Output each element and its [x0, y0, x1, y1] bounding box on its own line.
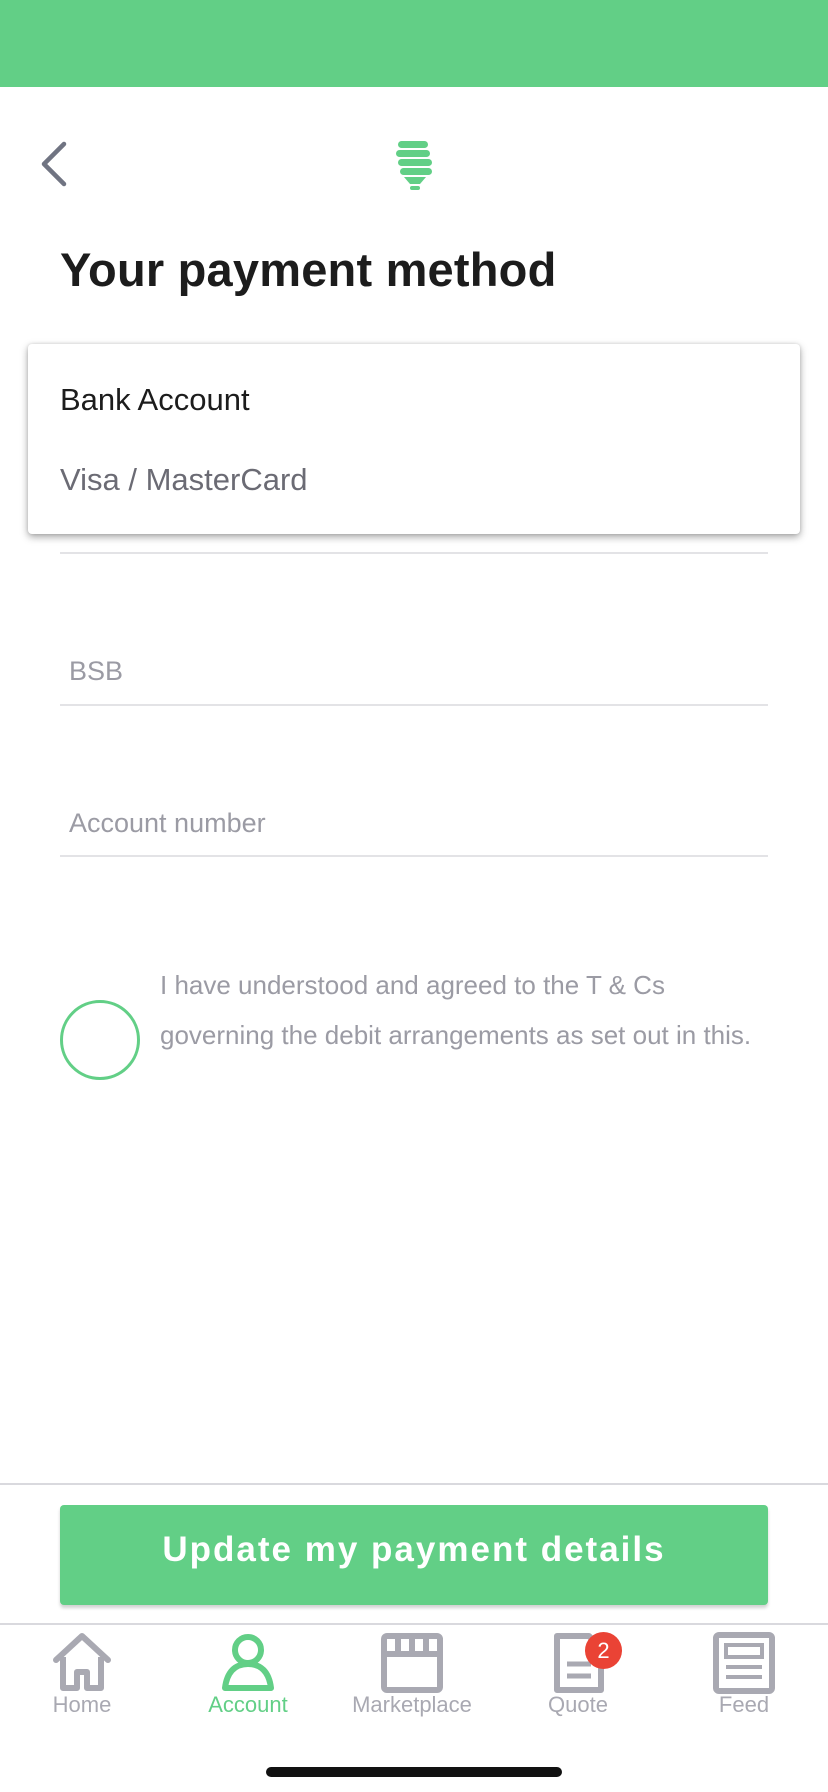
marketplace-icon [381, 1633, 443, 1693]
home-icon [53, 1633, 111, 1691]
account-number-field-underline [60, 855, 768, 857]
tab-account[interactable]: Account [168, 1630, 328, 1720]
account-icon [222, 1634, 274, 1691]
tab-label: Marketplace [352, 1692, 472, 1717]
bsb-input[interactable]: BSB [69, 656, 123, 687]
account-number-input[interactable]: Account number [69, 808, 266, 839]
lightbulb-logo-icon [390, 136, 438, 192]
tab-quote[interactable]: 2 Quote [498, 1630, 658, 1720]
agreement-radio[interactable] [60, 1000, 140, 1080]
tab-label: Account [208, 1692, 288, 1717]
chevron-left-icon [41, 141, 67, 187]
tab-feed[interactable]: Feed [664, 1630, 824, 1720]
back-button[interactable] [34, 138, 78, 190]
tab-label: Home [52, 1692, 112, 1717]
tab-home[interactable]: Home [2, 1630, 162, 1720]
option-bank-account[interactable]: Bank Account [60, 382, 250, 418]
tabbar-divider [0, 1623, 828, 1625]
option-visa-mastercard[interactable]: Visa / MasterCard [60, 462, 308, 498]
feed-icon [713, 1632, 775, 1694]
tab-marketplace[interactable]: Marketplace [332, 1630, 492, 1720]
status-bar [0, 0, 828, 87]
payment-method-field-underline [60, 552, 768, 554]
update-payment-button[interactable]: Update my payment details [60, 1505, 768, 1605]
bsb-field-underline [60, 704, 768, 706]
payment-method-screen: Your payment method BSB Account number I… [0, 0, 828, 1792]
agreement-text: I have understood and agreed to the T & … [160, 970, 752, 1050]
tab-label: Feed [718, 1692, 770, 1717]
page-title: Your payment method [60, 243, 557, 296]
footer-divider [0, 1483, 828, 1485]
home-indicator [266, 1767, 562, 1777]
quote-badge: 2 [585, 1632, 622, 1669]
tab-label: Quote [548, 1692, 608, 1717]
payment-method-dropdown[interactable]: Bank Account Visa / MasterCard [28, 344, 800, 534]
